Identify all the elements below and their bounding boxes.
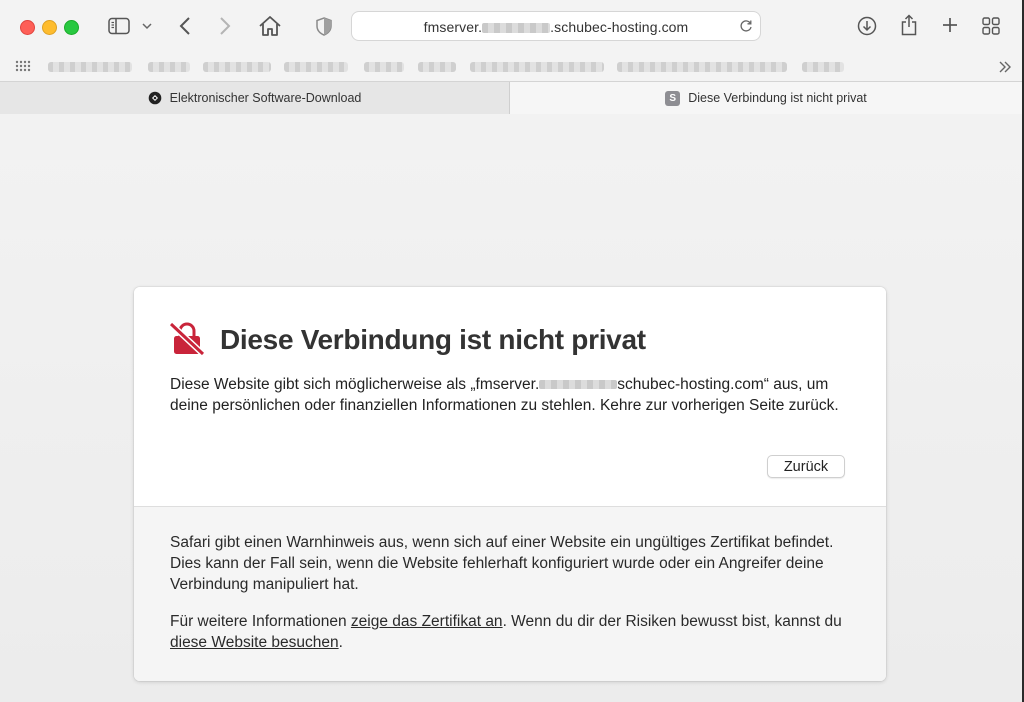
bookmark-item[interactable] <box>284 62 348 72</box>
bookmark-item[interactable] <box>148 62 190 72</box>
chevron-left-icon[interactable] <box>175 15 195 37</box>
sidebar-icon[interactable] <box>106 15 132 37</box>
broken-lock-icon <box>168 321 206 361</box>
bookmark-item[interactable] <box>48 62 132 72</box>
bookmark-item[interactable] <box>203 62 271 72</box>
download-icon[interactable] <box>856 15 878 37</box>
browser-toolbar: fmserver. .schubec-hosting.com <box>0 0 1022 81</box>
grid-icon[interactable] <box>980 15 1002 37</box>
redacted-segment <box>539 380 618 390</box>
address-bar[interactable]: fmserver. .schubec-hosting.com <box>351 11 761 41</box>
explanation-text: Safari gibt einen Warnhinweis aus, wenn … <box>170 534 834 593</box>
zoom-window-button[interactable] <box>64 20 79 35</box>
plus-icon[interactable] <box>940 15 960 35</box>
share-icon[interactable] <box>898 13 920 37</box>
back-button[interactable]: Zurück <box>767 455 845 478</box>
chevron-right-icon[interactable] <box>215 15 235 37</box>
bookmark-item[interactable] <box>470 62 604 72</box>
apps-grid-icon[interactable] <box>14 58 32 74</box>
tab-software-download[interactable]: Elektronischer Software-Download <box>0 82 510 114</box>
bookmark-item[interactable] <box>617 62 787 72</box>
favicon-letter: S <box>665 90 681 106</box>
tab-label: Elektronischer Software-Download <box>169 91 362 105</box>
chevron-down-icon[interactable] <box>140 19 154 33</box>
logo-icon <box>148 91 162 105</box>
home-icon[interactable] <box>256 13 284 39</box>
tab-not-private[interactable]: S Diese Verbindung ist nicht privat <box>510 82 1022 114</box>
favorites-bar <box>0 54 1022 80</box>
bookmark-item[interactable] <box>802 62 844 72</box>
warning-card: Diese Verbindung ist nicht privat Diese … <box>134 287 886 681</box>
redacted-segment <box>482 23 551 34</box>
bookmark-item[interactable] <box>364 62 404 72</box>
warning-card-top: Diese Verbindung ist nicht privat Diese … <box>134 287 886 507</box>
show-certificate-link[interactable]: zeige das Zertifikat an <box>351 613 503 630</box>
more-info-text: Für weitere Informationen zeige das Zert… <box>170 613 842 651</box>
visit-website-link[interactable]: diese Website besuchen <box>170 634 339 651</box>
shield-icon[interactable] <box>314 15 334 37</box>
page-title: Diese Verbindung ist nicht privat <box>220 324 646 355</box>
double-chevron-right-icon[interactable] <box>996 58 1014 76</box>
intro-text: Diese Website gibt sich möglicherweise a… <box>170 376 839 414</box>
tab-label: Diese Verbindung ist nicht privat <box>688 91 867 105</box>
bookmark-item[interactable] <box>418 62 456 72</box>
reload-icon[interactable] <box>738 18 754 34</box>
url-text[interactable]: fmserver. .schubec-hosting.com <box>352 19 760 35</box>
tab-bar: Elektronischer Software-Download S Diese… <box>0 81 1022 114</box>
minimize-window-button[interactable] <box>42 20 57 35</box>
close-window-button[interactable] <box>20 20 35 35</box>
